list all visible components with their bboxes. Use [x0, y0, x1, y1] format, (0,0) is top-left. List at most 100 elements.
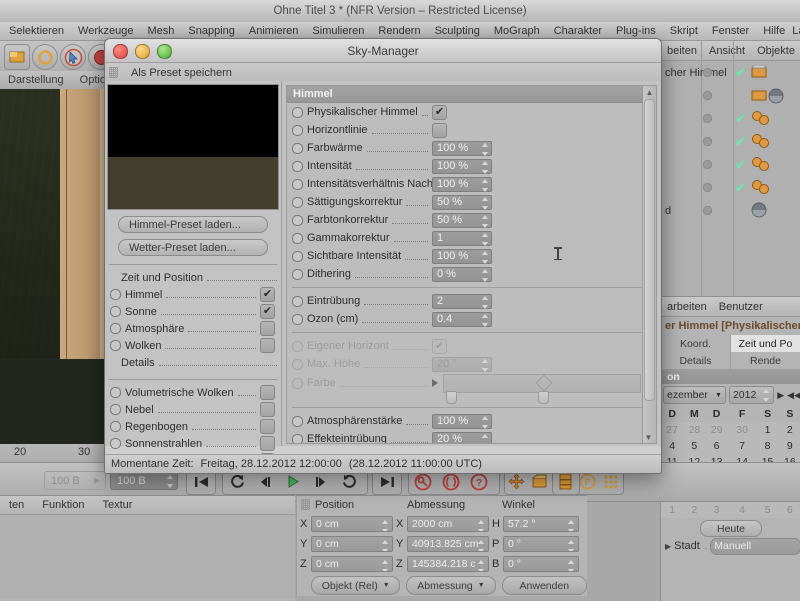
frame-spin-icon[interactable] — [166, 475, 174, 488]
material-manager-menubar[interactable]: ten Funktion Textur — [0, 496, 295, 515]
object-enabled-check[interactable]: ✔ — [735, 65, 746, 81]
coordinate-manager[interactable]: Position Abmessung Winkel X 0 cm X 2000 … — [296, 495, 587, 596]
spinner-icon[interactable] — [481, 269, 489, 282]
tree-item-sonnenstrahlen[interactable]: Sonnenstrahlen — [105, 435, 281, 452]
visibility-dots[interactable] — [703, 206, 729, 215]
checkbox-atmosphaere[interactable] — [260, 321, 275, 336]
radio-icon[interactable] — [292, 251, 303, 262]
menu-snapping[interactable]: Snapping — [181, 25, 242, 37]
checkbox-sonnenstrahlen[interactable] — [260, 436, 275, 451]
field-sichtbare-intensitaet[interactable]: 100 % — [432, 249, 492, 264]
menu-animieren[interactable]: Animieren — [242, 25, 306, 37]
undo-tool-icon[interactable] — [4, 44, 30, 70]
spheres-icon[interactable] — [751, 157, 773, 176]
minimize-icon[interactable] — [135, 44, 150, 59]
tree-item-volumetrische-wolken[interactable]: Volumetrische Wolken — [105, 384, 281, 401]
close-icon[interactable] — [113, 44, 128, 59]
parameter-scrollbar[interactable]: ▲ ▼ — [642, 85, 657, 444]
calendar-day[interactable]: 6 — [779, 502, 800, 518]
spinner-icon[interactable] — [481, 314, 489, 327]
field-atmosphaerenstaerke[interactable]: 100 % — [432, 414, 492, 429]
position-x-field[interactable]: 0 cm — [311, 516, 393, 532]
load-sky-preset-button[interactable]: Himmel-Preset laden... — [118, 216, 268, 233]
attribute-manager[interactable]: arbeiten Benutzer er Himmel [Physikalisc… — [660, 296, 800, 601]
radio-icon[interactable] — [292, 269, 303, 280]
visibility-dots[interactable] — [703, 114, 729, 123]
calendar-controls[interactable]: ezember ▼ 2012 ▶ ◀◀ — [661, 384, 800, 406]
param-intensitaetsverhaeltnis-nacht[interactable]: Intensitätsverhältnis Nacht 100 % — [287, 175, 647, 193]
radio-icon[interactable] — [110, 323, 121, 334]
param-sichtbare-intensitaet[interactable]: Sichtbare Intensität 100 % — [287, 247, 647, 265]
radio-icon[interactable] — [292, 215, 303, 226]
position-y-field[interactable]: 0 cm — [311, 536, 393, 552]
spinner-icon[interactable] — [381, 540, 389, 552]
attribute-manager-menubar[interactable]: arbeiten Benutzer — [661, 297, 800, 317]
spinner-icon[interactable] — [481, 215, 489, 228]
checkbox-physikalischer-himmel[interactable]: ✔ — [432, 105, 447, 120]
spheres-icon[interactable] — [751, 134, 773, 153]
param-effekteintruebung[interactable]: Effekteintrübung 20 % — [287, 430, 647, 444]
checkbox-sonne[interactable]: ✔ — [260, 304, 275, 319]
param-physikalischer-himmel[interactable]: Physikalischer Himmel ✔ — [287, 103, 647, 121]
tree-item-himmel[interactable]: Himmel ✔ — [105, 286, 281, 303]
film-sphere-icon[interactable] — [751, 88, 785, 107]
tree-item-nebel[interactable]: Nebel — [105, 401, 281, 418]
visibility-dots[interactable] — [703, 137, 729, 146]
rotation-h-field[interactable]: 57.2 ° — [503, 516, 579, 532]
radio-icon[interactable] — [292, 197, 303, 208]
radio-icon[interactable] — [110, 306, 121, 317]
radio-icon[interactable] — [292, 107, 303, 118]
param-atmosphaerenstaerke[interactable]: Atmosphärenstärke 100 % — [287, 412, 647, 430]
film-icon[interactable] — [751, 65, 767, 82]
spinner-icon[interactable] — [567, 540, 575, 552]
menu-als-preset-speichern[interactable]: Als Preset speichern — [123, 67, 232, 79]
spinner-icon[interactable] — [381, 520, 389, 532]
object-row[interactable]: ✔ — [661, 176, 800, 199]
mm-menu-textur[interactable]: Textur — [94, 499, 142, 511]
param-eintruebung[interactable]: Eintrübung 2 — [287, 292, 647, 310]
field-eintruebung[interactable]: 2 — [432, 294, 492, 309]
tree-item-atmosphaere[interactable]: Atmosphäre — [105, 320, 281, 337]
object-enabled-check[interactable]: ✔ — [735, 157, 746, 173]
radio-icon[interactable] — [292, 314, 303, 325]
spinner-icon[interactable] — [481, 179, 489, 192]
checkbox-regenbogen[interactable] — [260, 419, 275, 434]
om-menu-objekte[interactable]: Objekte — [751, 45, 800, 57]
mm-menu-bearbeiten[interactable]: ten — [0, 499, 33, 511]
menu-werkzeuge[interactable]: Werkzeuge — [71, 25, 140, 37]
spinner-icon[interactable] — [481, 161, 489, 174]
om-menu-ansicht[interactable]: Ansicht — [703, 45, 751, 57]
size-mode-dropdown[interactable]: Abmessung ▼ — [406, 576, 495, 595]
calendar-day[interactable]: 7 — [728, 438, 757, 454]
object-enabled-check[interactable]: ✔ — [735, 134, 746, 150]
load-weather-preset-button[interactable]: Wetter-Preset laden... — [118, 239, 268, 256]
radio-icon[interactable] — [292, 296, 303, 307]
radio-icon[interactable] — [292, 416, 303, 427]
attribute-tabs-row2[interactable]: Details Rende — [661, 352, 800, 369]
menu-plugins[interactable]: Plug-ins — [609, 25, 663, 37]
visibility-dots[interactable] — [703, 91, 729, 100]
checkbox-horizontlinie[interactable] — [432, 123, 447, 138]
calendar-day[interactable]: 1 — [756, 422, 778, 438]
calendar-day[interactable]: 6 — [705, 438, 727, 454]
am-menu-bearbeiten[interactable]: arbeiten — [661, 301, 713, 313]
sphere-icon[interactable] — [751, 202, 767, 221]
tab-details[interactable]: Details — [661, 352, 731, 369]
menu-selektieren[interactable]: Selektieren — [2, 25, 71, 37]
menu-skript[interactable]: Skript — [663, 25, 705, 37]
spinner-icon[interactable] — [481, 416, 489, 429]
calendar-day[interactable]: 4 — [661, 438, 683, 454]
spinner-icon[interactable] — [481, 434, 489, 445]
calendar-day[interactable]: 2 — [779, 422, 800, 438]
field-farbwaerme[interactable]: 100 % — [432, 141, 492, 156]
spheres-icon[interactable] — [751, 111, 773, 130]
radio-icon[interactable] — [110, 438, 121, 449]
object-manager-menubar[interactable]: beiten Ansicht Objekte Ta — [661, 41, 800, 61]
field-farbtonkorrektur[interactable]: 50 % — [432, 213, 492, 228]
dialog-menubar[interactable]: Als Preset speichern — [105, 63, 661, 83]
param-farbtonkorrektur[interactable]: Farbtonkorrektur 50 % — [287, 211, 647, 229]
checkbox-wolken[interactable] — [260, 338, 275, 353]
menu-rendern[interactable]: Rendern — [371, 25, 427, 37]
mm-menu-funktion[interactable]: Funktion — [33, 499, 93, 511]
stadt-value-field[interactable]: Manuell — [710, 538, 800, 555]
